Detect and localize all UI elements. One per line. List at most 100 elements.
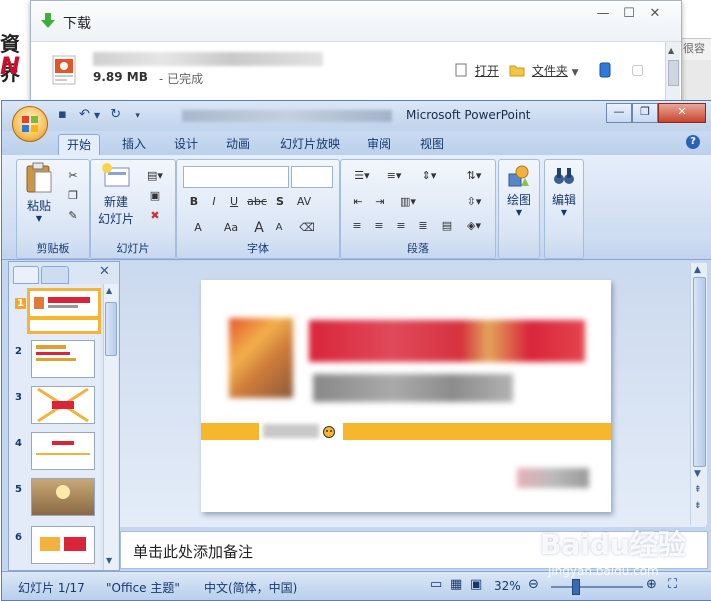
panel-close-icon[interactable]: ✕ [99,264,110,279]
shadow-button[interactable]: S [271,192,289,212]
redo-icon[interactable]: ↻ [110,107,121,122]
normal-view-icon[interactable]: ▭ [430,577,442,592]
ppt-close-button[interactable]: ✕ [658,103,706,123]
help-icon[interactable]: ? [686,135,700,149]
shrink-font-button[interactable]: A [269,218,289,238]
undo-icon[interactable]: ↶ [79,107,90,122]
ppt-file-icon [52,55,76,85]
slide-thumbnail-3[interactable] [31,386,95,424]
align-left-icon[interactable]: ≡ [347,216,367,236]
open-link[interactable]: 打开 [455,62,499,79]
slide-thumbnail-6[interactable] [31,526,95,564]
slide-scrollbar[interactable]: ▲ ▼ ⇞ ⇟ [690,263,707,525]
justify-icon[interactable]: ≣ [413,216,433,236]
line-spacing-icon[interactable]: ⇕▾ [413,166,445,186]
scroll-up-icon[interactable]: ▲ [694,265,701,275]
slideshow-view-icon[interactable]: ▣ [470,577,482,592]
download-item[interactable]: 9.89 MB - 已完成 打开 文件夹 ▼ ▢ ▲ [31,41,681,102]
zoom-out-icon[interactable]: ⊖ [528,577,539,592]
ppt-minimize-button[interactable]: — [606,103,632,123]
zoom-level[interactable]: 32% [494,579,521,593]
new-slide-button[interactable]: 新建 幻灯片 [93,162,139,227]
slide-thumbnail-1[interactable] [27,288,101,334]
tab-view[interactable]: 视图 [412,134,452,155]
columns-icon[interactable]: ▥▾ [393,192,423,212]
font-name-combo[interactable] [183,166,289,188]
scroll-down-icon[interactable]: ▼ [106,556,112,565]
office-button[interactable] [12,106,48,142]
fit-window-icon[interactable]: ⛶ [668,577,677,592]
font-color-button[interactable]: A [185,218,211,238]
scroll-thumb[interactable] [668,60,679,86]
slides-scroll-thumb[interactable] [105,302,117,356]
current-slide[interactable] [201,280,611,512]
align-right-icon[interactable]: ≡ [391,216,411,236]
customize-qat-icon[interactable]: ▾ [135,111,140,121]
tab-review[interactable]: 审阅 [359,134,399,155]
slide-scroll-thumb[interactable] [693,277,706,467]
folder-link[interactable]: 文件夹 ▼ [509,62,579,79]
grow-font-button[interactable]: A [249,218,269,238]
cut-icon[interactable]: ✂ [63,166,83,186]
minimize-button[interactable]: — [591,5,615,23]
tab-slideshow[interactable]: 幻灯片放映 [272,134,348,155]
numbering-icon[interactable]: ≡▾ [379,166,409,186]
maximize-button[interactable]: ☐ [617,5,641,23]
zoom-slider-thumb[interactable] [572,579,580,595]
download-arrow-icon [41,13,55,28]
close-button[interactable]: ✕ [643,5,667,23]
align-text-icon[interactable]: ⇳▾ [459,192,489,212]
text-direction-icon[interactable]: ⇅▾ [459,166,489,186]
delete-slide-icon[interactable]: ✖ [143,206,167,226]
download-scrollbar[interactable]: ▲ [665,42,680,101]
scroll-up-icon[interactable]: ▲ [106,286,112,295]
zoom-slider[interactable] [551,586,643,588]
slide-author-blurred [263,424,319,438]
undo-dropdown-icon[interactable]: ▼ [94,111,100,120]
align-center-icon[interactable]: ≡ [369,216,389,236]
clear-format-icon[interactable]: ⌫ [295,218,319,238]
slide-thumbnail-5[interactable] [31,478,95,516]
tab-design[interactable]: 设计 [166,134,206,155]
format-painter-icon[interactable]: ✎ [63,206,83,226]
slides-tab[interactable] [13,266,39,284]
copy-icon[interactable]: ❐ [63,186,83,206]
slide-thumbnail-4[interactable] [31,432,95,470]
font-size-combo[interactable] [291,166,333,188]
layout-icon[interactable]: ▤▾ [143,166,167,186]
paragraph-group-label: 段落 [407,242,429,255]
ppt-titlebar[interactable]: ▪ ↶ ▼ ↻ ▾ Microsoft PowerPoint — ❐ ✕ [2,101,711,131]
language-status[interactable]: 中文(简体，中国) [204,579,297,596]
tab-home[interactable]: 开始 [58,134,101,156]
increase-indent-icon[interactable]: ⇥ [369,192,391,212]
device-icon[interactable] [599,62,611,78]
italic-button[interactable]: I [205,192,223,212]
zoom-in-icon[interactable]: ⊕ [646,577,657,592]
ppt-restore-button[interactable]: ❐ [632,103,658,123]
drawing-button[interactable]: 绘图 ▼ [499,164,539,217]
smartart-icon[interactable]: ◈▾ [459,216,489,236]
strikethrough-button[interactable]: abc [245,192,269,212]
editing-button[interactable]: 编辑 ▼ [545,164,583,217]
bold-button[interactable]: B [185,192,203,212]
scroll-down-icon[interactable]: ▼ [694,469,701,479]
next-slide-icon[interactable]: ⇟ [694,501,702,511]
outline-tab[interactable] [41,266,69,284]
paste-button[interactable]: 粘贴 ▼ [21,162,57,223]
download-titlebar[interactable]: 下载 — ☐ ✕ [31,1,681,41]
remove-icon[interactable]: ▢ [631,62,644,78]
distributed-icon[interactable]: ▤ [437,216,457,236]
tab-insert[interactable]: 插入 [114,134,154,155]
char-spacing-button[interactable]: AV [291,192,317,212]
scroll-up-icon[interactable]: ▲ [668,46,674,55]
bullets-icon[interactable]: ☰▾ [347,166,377,186]
underline-button[interactable]: U [225,192,243,212]
save-icon[interactable]: ▪ [58,107,67,122]
slide-thumbnail-2[interactable] [31,340,95,378]
change-case-button[interactable]: Aa [217,218,245,238]
previous-slide-icon[interactable]: ⇞ [694,485,702,495]
decrease-indent-icon[interactable]: ⇤ [347,192,369,212]
sorter-view-icon[interactable]: ▦ [450,577,462,592]
reset-slide-icon[interactable]: ▣ [143,186,167,206]
tab-animations[interactable]: 动画 [218,134,258,155]
